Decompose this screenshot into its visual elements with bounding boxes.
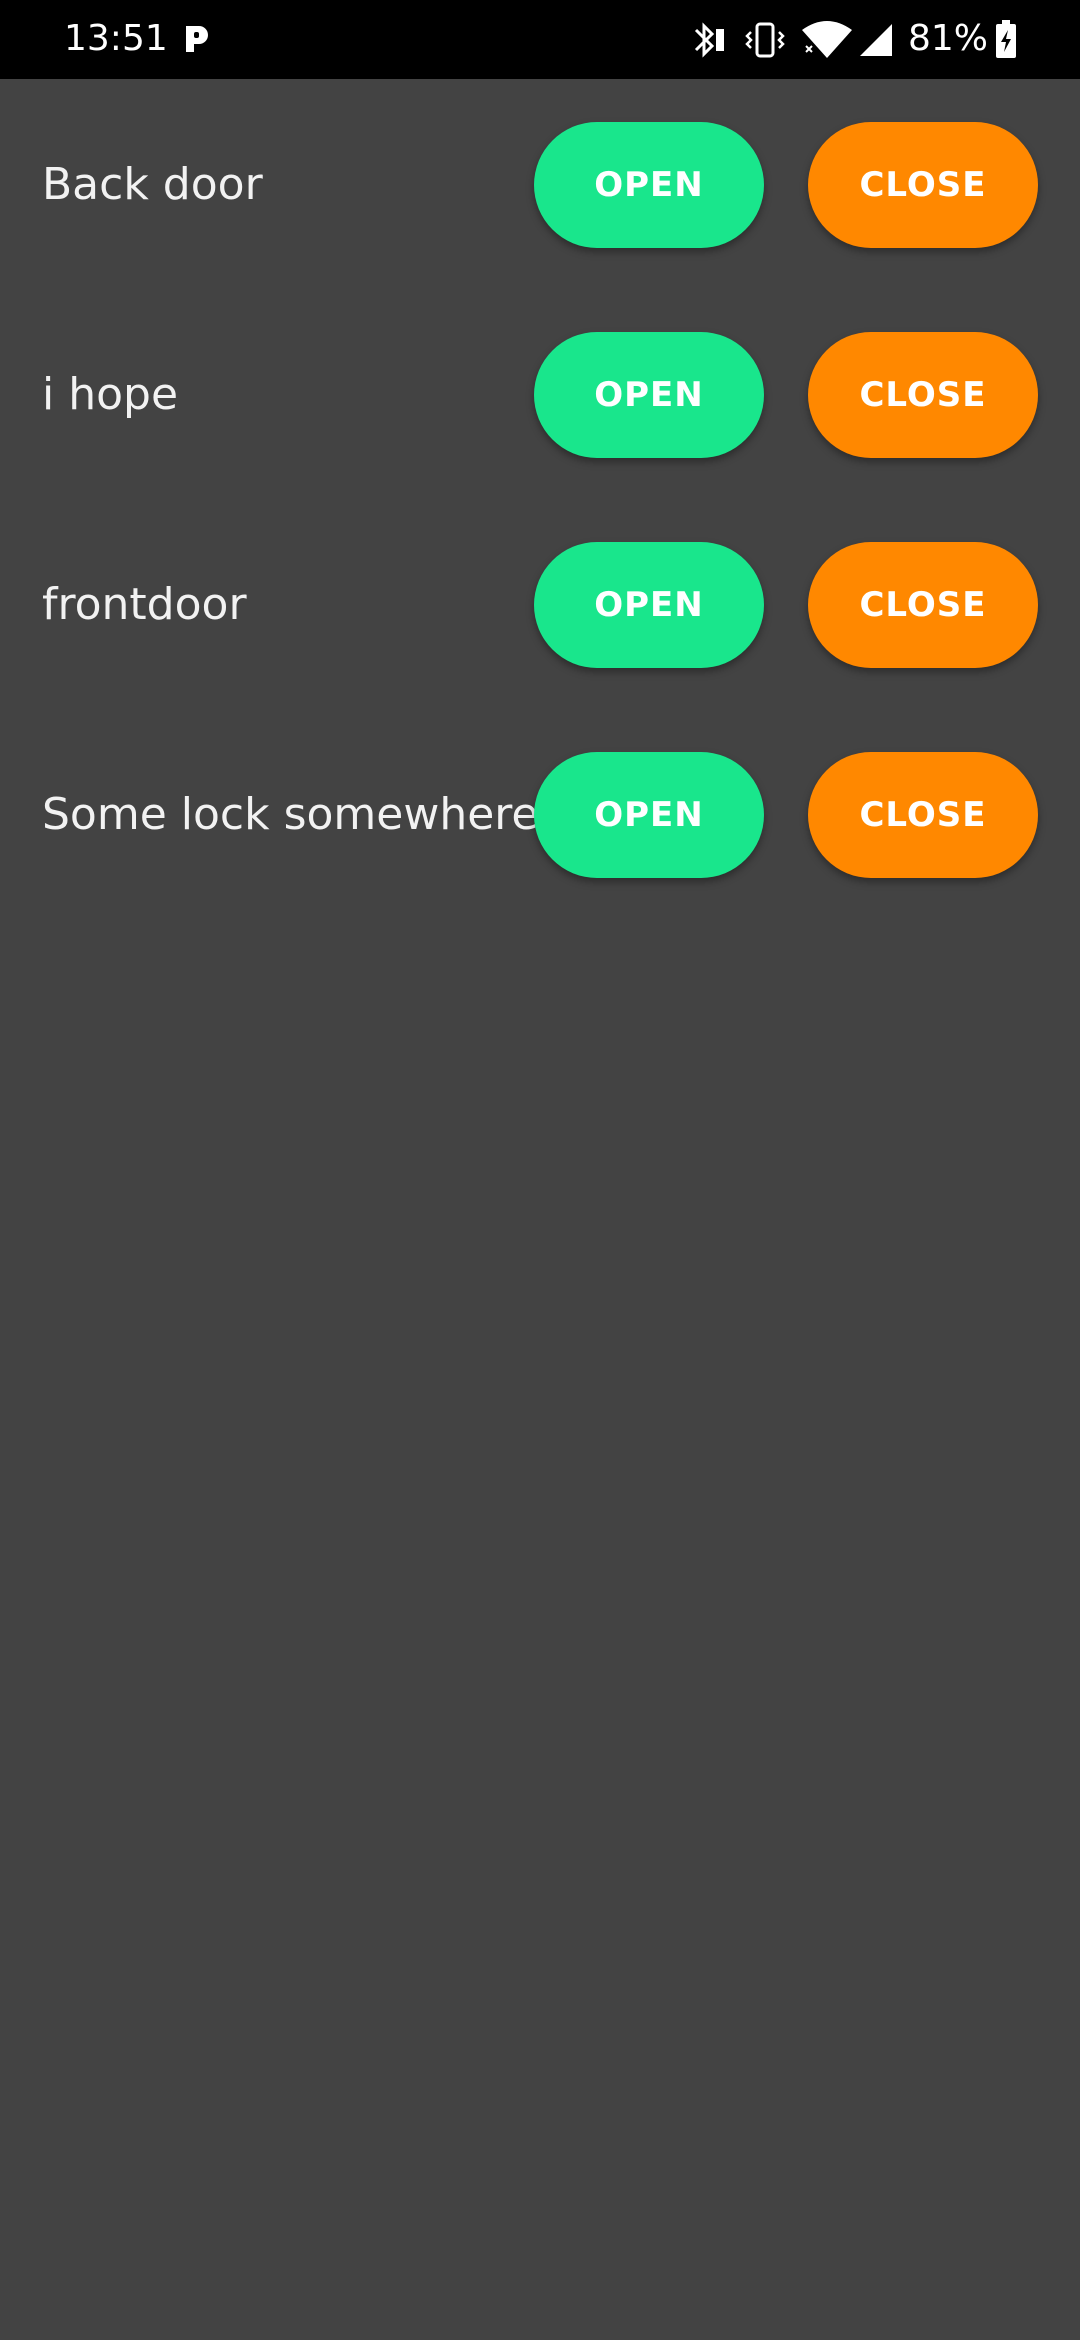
status-time: 13:51 [64,18,168,59]
close-button[interactable]: CLOSE [808,752,1038,878]
open-button[interactable]: OPEN [534,752,764,878]
lock-name: Some lock somewhere [42,789,539,840]
close-button[interactable]: CLOSE [808,542,1038,668]
close-button[interactable]: CLOSE [808,332,1038,458]
lock-name: i hope [42,369,179,420]
lock-row: frontdoor OPEN CLOSE [0,542,1080,668]
wifi-icon [802,21,852,58]
battery-percent: 81% [908,18,989,59]
parking-app-icon [186,26,208,52]
lock-name: frontdoor [42,579,247,630]
open-button[interactable]: OPEN [534,122,764,248]
lock-row: i hope OPEN CLOSE [0,332,1080,458]
lock-row: Some lock somewhere OPEN CLOSE [0,752,1080,878]
close-button[interactable]: CLOSE [808,122,1038,248]
open-button[interactable]: OPEN [534,332,764,458]
battery-charging-icon [996,20,1016,58]
vibrate-icon [745,22,785,58]
lock-name: Back door [42,159,263,210]
status-bar: 13:51 81% [0,0,1080,79]
bluetooth-icon [694,22,724,58]
lock-row: Back door OPEN CLOSE [0,122,1080,248]
open-button[interactable]: OPEN [534,542,764,668]
cell-signal-icon [860,24,892,56]
